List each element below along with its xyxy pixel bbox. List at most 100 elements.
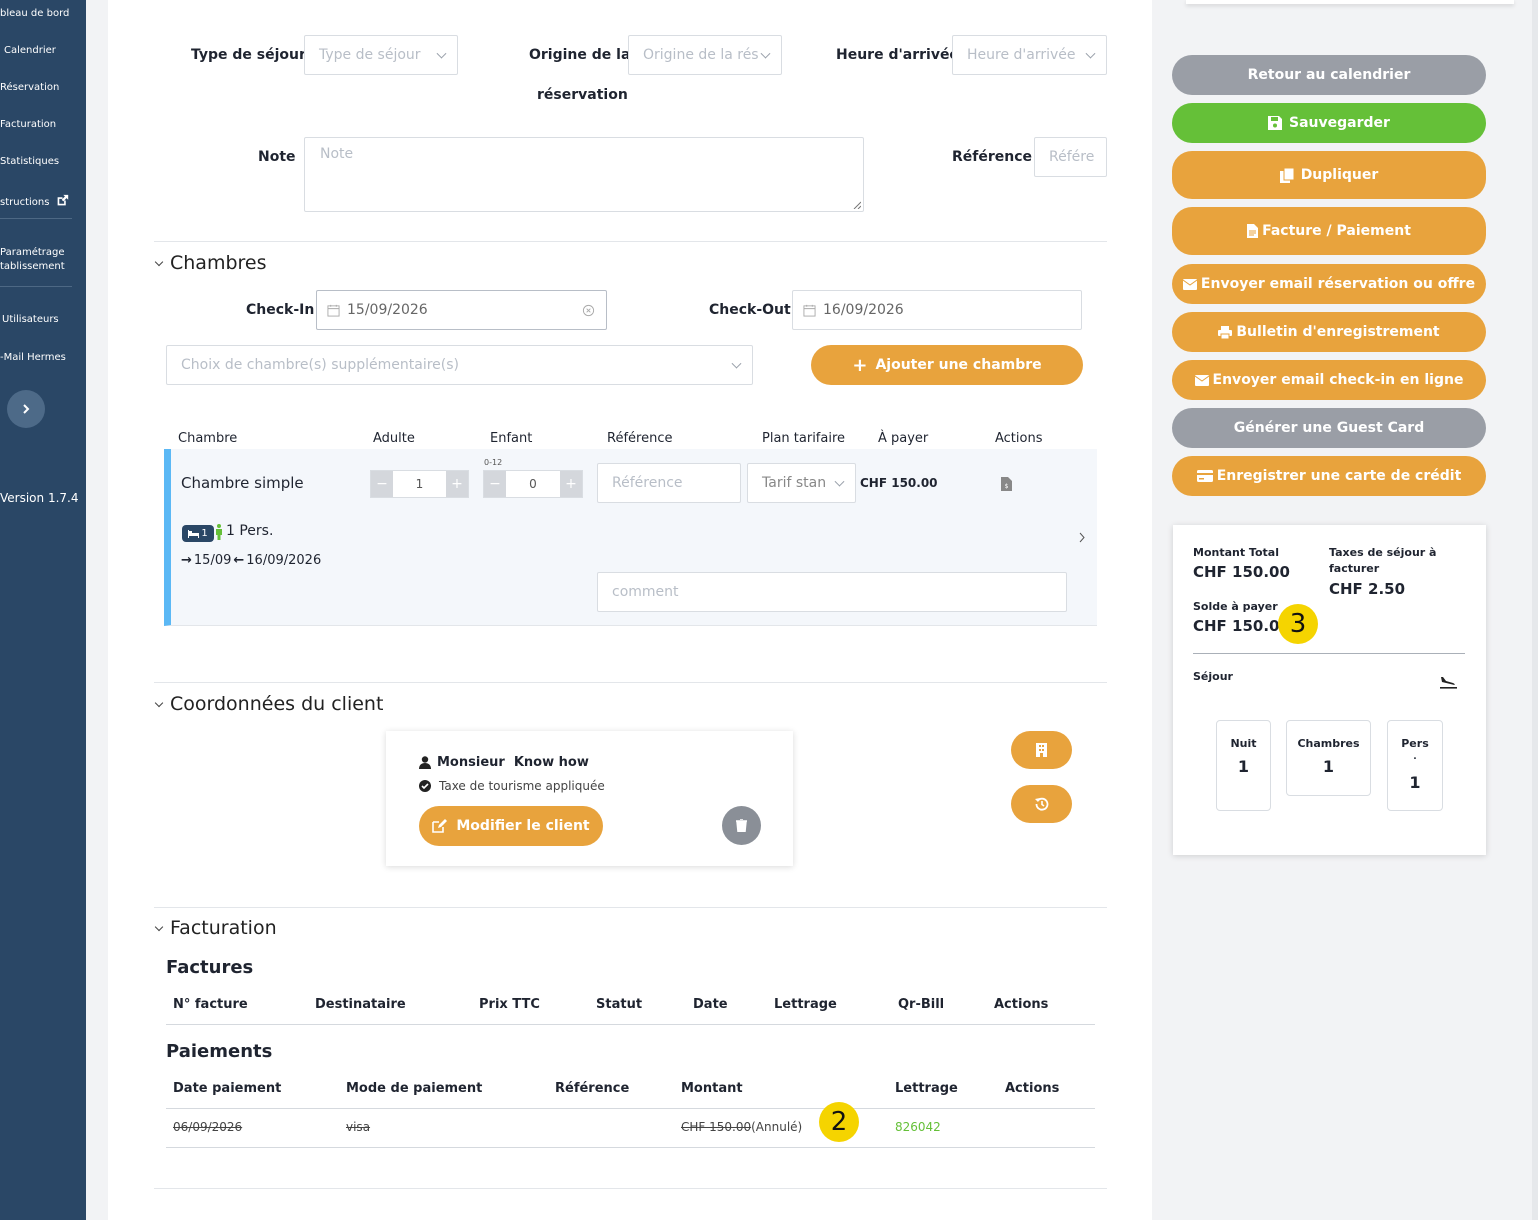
column-reference: Référence: [607, 431, 673, 446]
children-stepper[interactable]: − 0 +: [483, 470, 583, 498]
plus-button[interactable]: +: [560, 471, 582, 497]
persons-dot: .: [1413, 752, 1417, 762]
sidebar-item-users[interactable]: Utilisateurs: [2, 314, 59, 325]
type-sejour-select[interactable]: Type de séjour: [304, 35, 458, 75]
sidebar-item-instructions[interactable]: structions: [0, 194, 69, 208]
column-lettrage: Lettrage: [774, 997, 837, 1012]
heure-select[interactable]: Heure d'arrivée: [952, 35, 1107, 75]
clear-icon[interactable]: [582, 304, 595, 317]
user-icon: [419, 756, 431, 769]
checkin-label: Check-In: [246, 302, 315, 318]
history-button[interactable]: [1011, 785, 1072, 823]
reference-input[interactable]: Référe: [1034, 137, 1107, 177]
invoice-icon[interactable]: $: [1001, 477, 1012, 491]
children-value[interactable]: 0: [506, 471, 560, 497]
sidebar-item-settings[interactable]: Paramétrage: [0, 247, 65, 258]
heure-label: Heure d'arrivée: [836, 47, 959, 63]
email-checkin-button[interactable]: Envoyer email check-in en ligne: [1172, 360, 1486, 400]
origine-select[interactable]: Origine de la rés: [628, 35, 782, 75]
payment-mode: visa: [346, 1120, 371, 1134]
arrow-left-icon: ←: [233, 553, 245, 568]
chevron-down-icon: [731, 358, 742, 369]
comment-input[interactable]: comment: [597, 572, 1067, 612]
column-date-paiement: Date paiement: [173, 1081, 282, 1096]
column-statut: Statut: [596, 997, 643, 1012]
divider: [154, 1188, 1107, 1189]
client-section-header[interactable]: Coordonnées du client: [154, 693, 383, 715]
column-numero-facture: N° facture: [173, 997, 248, 1012]
column-enfant: Enfant: [490, 431, 533, 446]
save-button[interactable]: Sauvegarder: [1172, 103, 1486, 143]
tarif-value: Tarif stan: [762, 475, 827, 491]
company-button[interactable]: [1011, 731, 1072, 769]
reference-placeholder: Référe: [1049, 149, 1095, 165]
reference-label: Référence: [952, 149, 1033, 165]
divider: [154, 241, 1107, 242]
credit-card-button[interactable]: Enregistrer une carte de crédit: [1172, 456, 1486, 496]
sidebar-expand-button[interactable]: [7, 390, 45, 428]
sidebar-item-billing[interactable]: Facturation: [0, 119, 56, 130]
external-link-icon: [57, 194, 68, 206]
email-reservation-button[interactable]: Envoyer email réservation ou offre: [1172, 264, 1486, 304]
payment-status: (Annulé): [751, 1120, 803, 1134]
trash-icon: [736, 819, 747, 832]
invoice-payment-button[interactable]: Facture / Paiement: [1172, 207, 1486, 255]
tarif-select[interactable]: Tarif stan: [747, 463, 856, 503]
facturation-section-header[interactable]: Facturation: [154, 917, 277, 939]
chambres-section-header[interactable]: Chambres: [154, 252, 267, 274]
checkout-value: 16/09/2026: [823, 302, 904, 318]
minus-button[interactable]: −: [371, 471, 393, 497]
plus-button[interactable]: +: [446, 471, 468, 497]
adults-value[interactable]: 1: [393, 471, 446, 497]
room-reference-placeholder: Référence: [612, 475, 683, 491]
sidebar-item-label: structions: [0, 197, 50, 208]
note-textarea[interactable]: Note: [304, 137, 864, 212]
room-name: Chambre simple: [181, 474, 304, 492]
chevron-right-icon[interactable]: [1078, 532, 1086, 543]
sidebar-item-statistics[interactable]: Statistiques: [0, 156, 59, 167]
divider: [154, 907, 1107, 908]
guest-card-button[interactable]: Générer une Guest Card: [1172, 408, 1486, 448]
minus-button[interactable]: −: [484, 471, 506, 497]
table-divider: [166, 1024, 1095, 1025]
payment-lettrage[interactable]: 826042: [895, 1120, 941, 1134]
duplicate-button[interactable]: Dupliquer: [1172, 151, 1486, 199]
person-icon: [216, 524, 222, 540]
table-row: [166, 1108, 1095, 1148]
comment-placeholder: comment: [612, 584, 679, 600]
scrollbar[interactable]: [1532, 0, 1538, 1220]
sidebar-item-email[interactable]: -Mail Hermes: [0, 352, 66, 363]
room-choice-select[interactable]: Choix de chambre(s) supplémentaire(s): [166, 345, 753, 385]
facturation-title: Facturation: [170, 917, 277, 939]
add-room-button[interactable]: + Ajouter une chambre: [811, 345, 1083, 385]
heure-placeholder: Heure d'arrivée: [967, 47, 1076, 63]
annotation-marker-3: 3: [1278, 604, 1318, 644]
checkout-date-input[interactable]: 16/09/2026: [792, 290, 1082, 330]
client-name: Monsieur Know how: [437, 755, 589, 770]
envelope-icon: [1182, 278, 1197, 290]
top-card-edge: [1186, 0, 1514, 4]
nights-value: 1: [1237, 757, 1250, 776]
resize-handle-icon: [853, 201, 861, 209]
room-choice-placeholder: Choix de chambre(s) supplémentaire(s): [181, 357, 459, 373]
sidebar-item-dashboard[interactable]: bleau de bord: [0, 8, 69, 19]
sidebar-item-reservation[interactable]: Réservation: [0, 82, 59, 93]
registration-form-button[interactable]: Bulletin d'enregistrement: [1172, 312, 1486, 352]
edit-client-button[interactable]: Modifier le client: [419, 806, 603, 846]
sidebar-divider: [0, 286, 72, 287]
credit-card-icon: [1196, 470, 1213, 482]
checkin-date-input[interactable]: 15/09/2026: [316, 290, 607, 330]
sidebar-item-calendar[interactable]: Calendrier: [4, 45, 56, 56]
delete-client-button[interactable]: [722, 806, 761, 845]
room-reference-input[interactable]: Référence: [597, 463, 741, 503]
sidebar: bleau de bord Calendrier Réservation Fac…: [0, 0, 86, 1220]
chevron-down-icon: [154, 922, 164, 932]
note-placeholder: Note: [320, 146, 354, 162]
type-sejour-label: Type de séjour: [191, 47, 306, 63]
adults-stepper[interactable]: − 1 +: [370, 470, 469, 498]
column-plan-tarifaire: Plan tarifaire: [762, 431, 846, 446]
column-mode-paiement: Mode de paiement: [346, 1081, 483, 1096]
type-sejour-placeholder: Type de séjour: [319, 47, 421, 63]
duplicate-label: Dupliquer: [1300, 167, 1379, 183]
back-to-calendar-button[interactable]: Retour au calendrier: [1172, 55, 1486, 95]
